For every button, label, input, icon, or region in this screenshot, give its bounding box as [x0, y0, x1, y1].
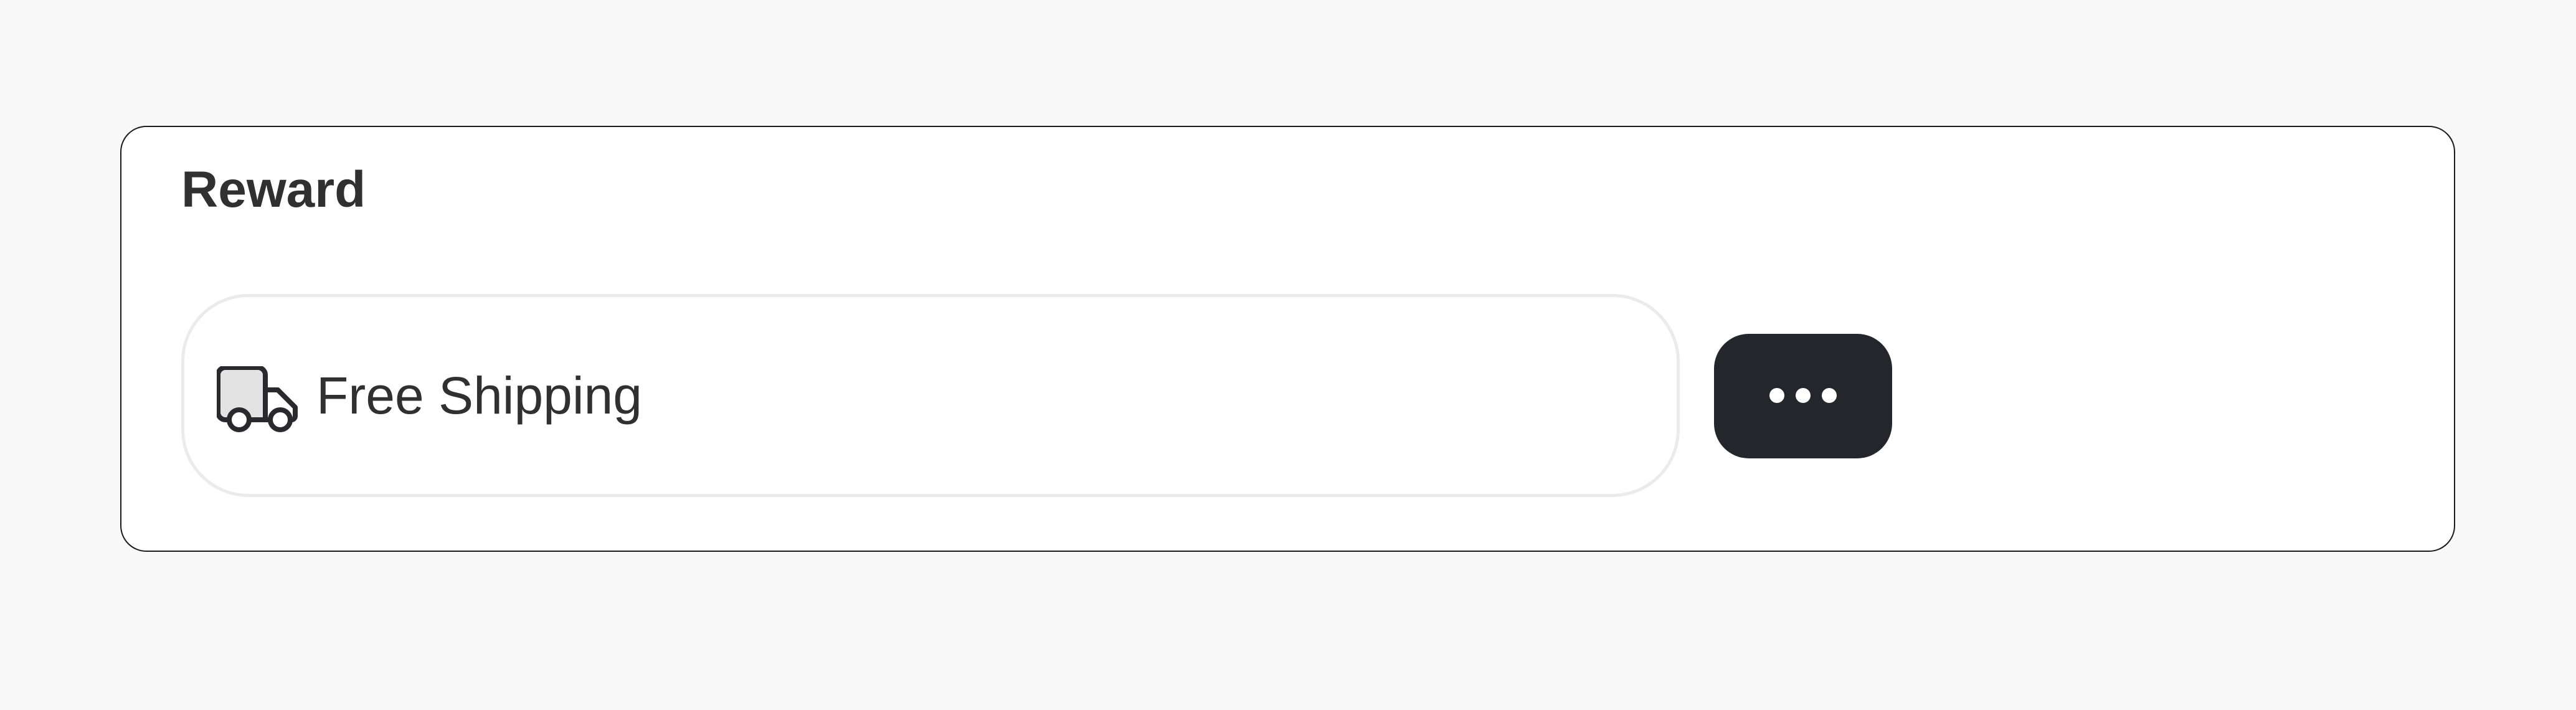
more-actions-button[interactable] [1714, 334, 1892, 458]
truck-icon [215, 365, 299, 433]
reward-item[interactable]: Free Shipping [181, 294, 1680, 497]
ellipsis-horizontal-icon [1769, 387, 1837, 405]
reward-card: Reward Free Shipping [120, 126, 2455, 552]
reward-label: Free Shipping [316, 366, 642, 425]
card-title: Reward [181, 161, 366, 218]
